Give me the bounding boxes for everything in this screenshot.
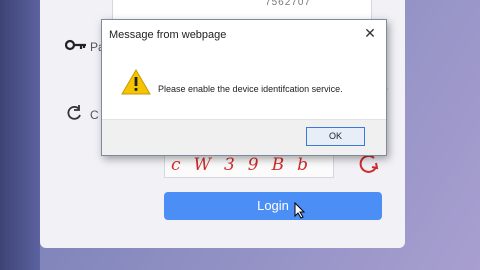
dialog-message: Please enable the device identifcation s…: [158, 84, 343, 94]
refresh-icon: [65, 104, 83, 127]
dialog-title: Message from webpage: [109, 29, 227, 41]
close-icon[interactable]: ✕: [362, 25, 378, 41]
verification-code-label: C: [90, 108, 99, 122]
ok-button[interactable]: OK: [306, 127, 365, 146]
mouse-cursor-icon: [294, 201, 306, 224]
username-field[interactable]: 7562707: [112, 0, 372, 21]
warning-icon: [121, 68, 151, 101]
captcha-refresh-icon[interactable]: [356, 153, 382, 180]
key-icon: [64, 38, 87, 56]
dialog-footer: OK: [102, 119, 386, 155]
alert-dialog: Message from webpage ✕ Please enable the…: [101, 19, 387, 156]
login-button[interactable]: Login: [164, 192, 382, 220]
background-edge: [0, 0, 40, 270]
username-value: 7562707: [265, 0, 311, 8]
